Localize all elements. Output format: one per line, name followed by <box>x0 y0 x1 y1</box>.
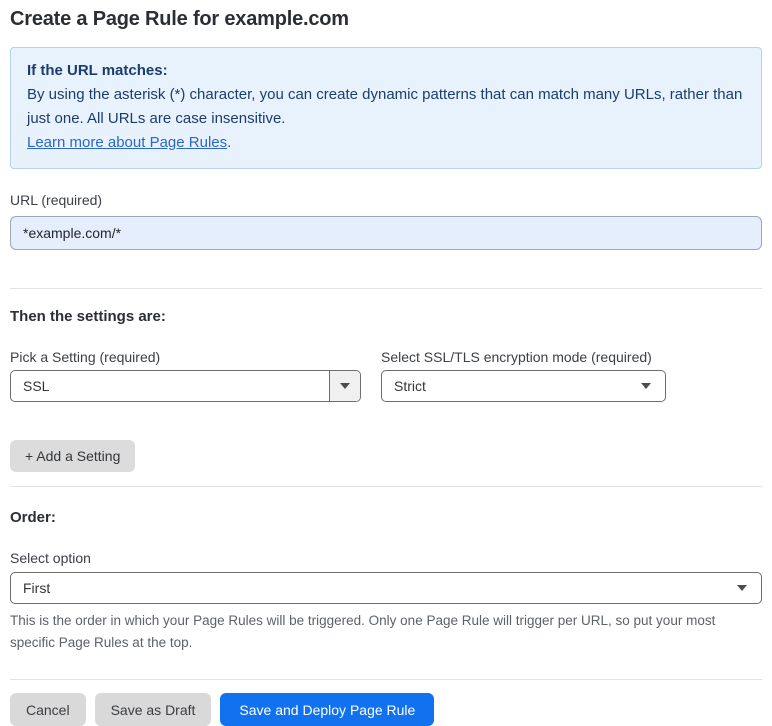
settings-labels-row: Pick a Setting (required) Select SSL/TLS… <box>10 349 762 365</box>
settings-selects-row: SSL Strict <box>10 370 762 402</box>
order-selected-value: First <box>23 580 51 596</box>
chevron-down-icon <box>340 383 350 389</box>
order-help-text: This is the order in which your Page Rul… <box>10 613 716 650</box>
link-suffix-text: . <box>227 134 232 151</box>
save-and-deploy-button[interactable]: Save and Deploy Page Rule <box>220 693 435 726</box>
pick-setting-label: Pick a Setting (required) <box>10 349 161 365</box>
pick-setting-dropdown-button[interactable] <box>329 371 360 401</box>
info-callout-link-line: Learn more about Page Rules. <box>27 131 745 155</box>
encryption-mode-select[interactable]: Strict <box>381 370 666 402</box>
order-select[interactable]: First <box>10 572 762 604</box>
order-select-label: Select option <box>10 550 91 566</box>
save-as-draft-button[interactable]: Save as Draft <box>94 693 212 726</box>
encryption-mode-label: Select SSL/TLS encryption mode (required… <box>381 349 652 365</box>
pick-setting-select[interactable]: SSL <box>10 370 361 402</box>
settings-section-heading: Then the settings are: <box>10 308 166 325</box>
chevron-down-icon <box>641 383 651 389</box>
pick-setting-selected-value: SSL <box>23 378 50 394</box>
page-title: Create a Page Rule for example.com <box>10 8 349 30</box>
url-field-label: URL (required) <box>10 192 103 208</box>
url-match-info-callout: If the URL matches: By using the asteris… <box>10 47 762 169</box>
footer-divider <box>10 679 762 680</box>
url-input[interactable] <box>10 216 762 250</box>
order-section-heading: Order: <box>10 509 56 526</box>
learn-more-link[interactable]: Learn more about Page Rules <box>27 134 227 151</box>
info-callout-body: By using the asterisk (*) character, you… <box>27 86 743 127</box>
encryption-mode-selected-value: Strict <box>394 378 426 394</box>
cancel-button[interactable]: Cancel <box>10 693 86 726</box>
section-divider <box>10 486 762 487</box>
chevron-down-icon <box>737 585 747 591</box>
create-page-rule-form: Create a Page Rule for example.com If th… <box>0 0 772 726</box>
footer-actions: Cancel Save as Draft Save and Deploy Pag… <box>10 693 762 726</box>
add-setting-button[interactable]: + Add a Setting <box>10 440 136 472</box>
info-callout-heading: If the URL matches: <box>27 62 168 79</box>
section-divider <box>10 288 762 289</box>
